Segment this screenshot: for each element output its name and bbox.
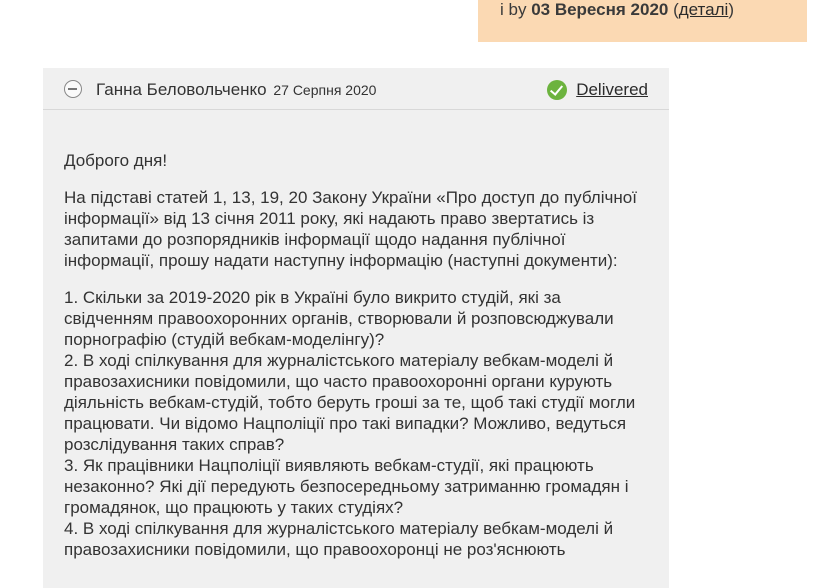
message-date: 27 Серпня 2020 <box>273 82 377 98</box>
check-circle-icon <box>547 80 568 100</box>
message-header: Ганна Беловольченко 27 Серпня 2020 Deliv… <box>43 68 669 110</box>
greeting-text: Доброго дня! <box>64 151 168 170</box>
collapse-icon[interactable] <box>64 80 82 98</box>
notice-open-paren: ( <box>668 0 679 19</box>
delivered-link[interactable]: Delivered <box>576 80 648 100</box>
author-name: Ганна Беловольченко <box>96 80 267 99</box>
questions-block: 1. Скільки за 2019-2020 рік в Україні бу… <box>64 287 648 560</box>
question-item: 3. Як працівники Нацполіції виявляють ве… <box>64 456 629 517</box>
intro-paragraph: На підставі статей 1, 13, 19, 20 Закону … <box>64 188 637 270</box>
delivery-notice: і by 03 Вересня 2020 (деталі) <box>478 0 807 42</box>
question-item: 4. В ході спілкування для журналістськог… <box>64 519 614 559</box>
notice-prefix: і by <box>500 0 532 19</box>
notice-close-paren: ) <box>728 0 734 19</box>
question-item: 2. В ході спілкування для журналістськог… <box>64 351 636 454</box>
question-item: 1. Скільки за 2019-2020 рік в Україні бу… <box>64 288 614 349</box>
correspondence-message: Ганна Беловольченко 27 Серпня 2020 Deliv… <box>43 68 669 588</box>
message-author-line: Ганна Беловольченко 27 Серпня 2020 <box>96 80 376 100</box>
message-body: Доброго дня! На підставі статей 1, 13, 1… <box>43 110 669 560</box>
delivery-status: Delivered <box>547 80 648 100</box>
notice-date: 03 Вересня 2020 <box>531 0 669 19</box>
details-link[interactable]: деталі <box>679 0 729 19</box>
